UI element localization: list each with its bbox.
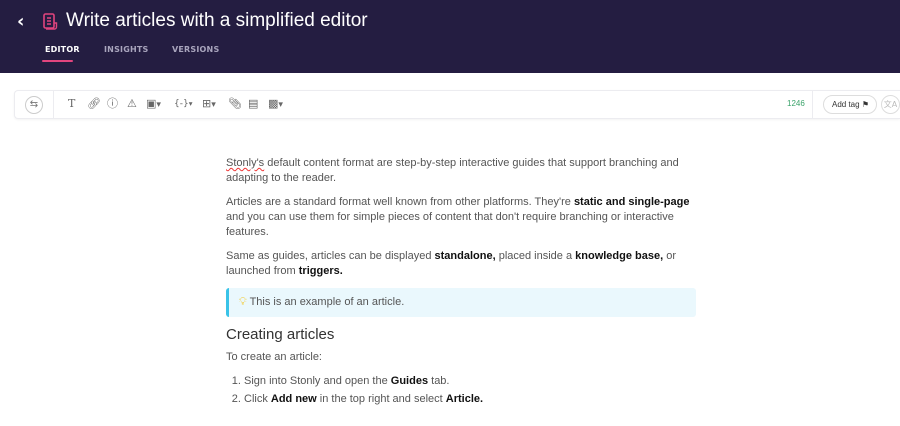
text-icon[interactable]: T xyxy=(68,97,75,111)
variable-icon[interactable]: {-}▾ xyxy=(174,97,192,111)
paragraph: Same as guides, articles can be displaye… xyxy=(226,249,696,279)
add-tag-button[interactable]: Add tag ⚑︎ xyxy=(823,95,877,114)
paragraph: Stonly's default content format are step… xyxy=(226,156,696,186)
text: Articles are a standard format well know… xyxy=(226,196,574,208)
page-header: ‹ Write articles with a simplified edito… xyxy=(0,0,900,73)
misspelled-word: Stonly's xyxy=(226,157,265,169)
link-icon[interactable]: 🔗︎ xyxy=(87,97,101,111)
article-body[interactable]: Stonly's default content format are step… xyxy=(226,156,696,410)
paragraph: To create an article: xyxy=(226,351,322,363)
list-item: Sign into Stonly and open the Guides tab… xyxy=(244,374,696,389)
translate-icon[interactable]: 文A xyxy=(881,95,900,114)
switch-icon[interactable]: ⇆ xyxy=(25,96,43,114)
paragraph: Articles are a standard format well know… xyxy=(226,195,696,240)
image-icon[interactable]: ▣▾ xyxy=(146,97,161,112)
lightbulb-icon: 💡︎ xyxy=(239,296,247,308)
list-item: Click Add new in the top right and selec… xyxy=(244,392,696,407)
info-callout: 💡︎ This is an example of an article. xyxy=(226,288,696,317)
text: and you can use them for simple pieces o… xyxy=(226,211,674,238)
section-heading: Creating articles xyxy=(226,326,335,343)
embed-icon[interactable]: ▩▾ xyxy=(268,97,283,112)
bold-text: knowledge base, xyxy=(575,250,664,262)
bold-text: Guides xyxy=(390,375,429,387)
active-tab-indicator xyxy=(42,60,73,62)
text: Click xyxy=(244,393,271,405)
text: Same as guides, articles can be displaye… xyxy=(226,250,435,262)
text: default content format are step-by-step … xyxy=(226,157,679,184)
warning-icon[interactable]: ⚠︎ xyxy=(127,97,137,111)
add-tag-label: Add tag xyxy=(832,100,860,109)
bold-text: standalone, xyxy=(434,250,496,262)
text: tab. xyxy=(428,375,450,387)
divider xyxy=(812,91,813,118)
bold-text: triggers. xyxy=(298,265,343,277)
steps-list: Sign into Stonly and open the Guides tab… xyxy=(226,374,696,407)
text: Sign into Stonly and open the xyxy=(244,375,391,387)
text: placed inside a xyxy=(495,250,576,262)
tab-editor[interactable]: EDITOR xyxy=(45,45,80,54)
attachment-icon[interactable]: 📎︎ xyxy=(228,97,242,111)
tag-icon: ⚑︎ xyxy=(861,100,869,109)
bold-text: Article. xyxy=(445,393,484,405)
bold-text: static and single-page xyxy=(573,196,690,208)
tab-insights[interactable]: INSIGHTS xyxy=(104,45,149,54)
table-icon[interactable]: ⊞▾ xyxy=(202,97,216,112)
bold-text: Add new xyxy=(270,393,317,405)
editor-toolbar: ⇆ T 🔗︎ ⓘ ⚠︎ ▣▾ {-}▾ ⊞▾ 📎︎ ▤ ▩▾ 1246 Add … xyxy=(14,90,900,119)
back-chevron-icon[interactable]: ‹ xyxy=(17,11,24,32)
page-title: Write articles with a simplified editor xyxy=(66,10,368,31)
divider xyxy=(53,91,54,118)
comment-icon[interactable]: ▤ xyxy=(248,97,258,111)
article-icon xyxy=(43,13,58,30)
info-icon[interactable]: ⓘ xyxy=(107,97,118,111)
text: in the top right and select xyxy=(316,393,446,405)
tab-versions[interactable]: VERSIONS xyxy=(172,45,219,54)
word-count: 1246 xyxy=(787,99,805,108)
callout-text: This is an example of an article. xyxy=(249,296,405,308)
